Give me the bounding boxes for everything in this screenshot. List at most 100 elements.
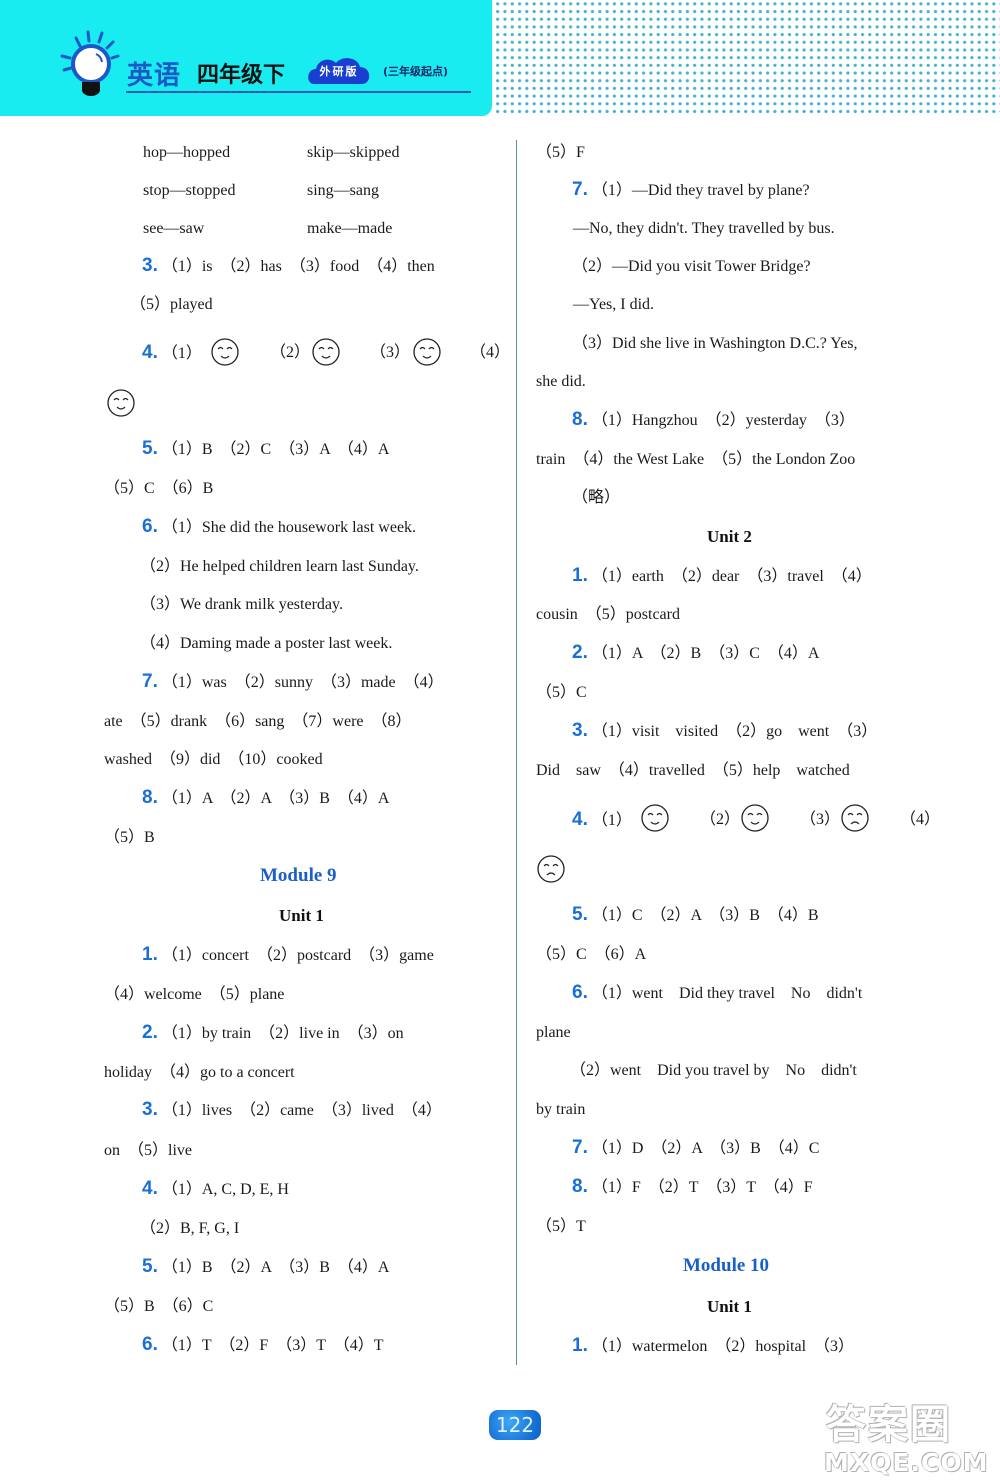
answer-line: （5）T <box>536 1218 586 1235</box>
answer-line: 7. （1）—Did they travel by plane? <box>572 179 810 200</box>
start-note: (三年级起点) <box>383 65 449 78</box>
answer-line: on （5）live <box>104 1142 192 1159</box>
answer-line: （2）He helped children learn last Sunday. <box>140 558 419 575</box>
question-number: 4. <box>142 1178 158 1199</box>
sad-face-icon <box>841 804 869 832</box>
answer-line: by train <box>536 1101 586 1118</box>
grade-title: 四年级下 <box>197 63 286 88</box>
answer-line: 1. （1）watermelon （2）hospital （3） <box>572 1335 855 1356</box>
answer-line: 4. （1） <box>142 342 202 363</box>
smiling-face-icon <box>312 338 340 366</box>
answer-line: （5）played <box>130 296 213 313</box>
answer-line: 1. （1）concert （2）postcard （3）game <box>142 944 434 965</box>
question-number: 7. <box>572 1137 588 1158</box>
verb-pair: see—saw <box>143 220 205 237</box>
answer-line: plane <box>536 1024 571 1041</box>
unit-heading: Unit 1 <box>707 1297 752 1316</box>
unit-heading: Unit 1 <box>279 906 324 925</box>
subject-title: 英语 <box>127 61 182 91</box>
question-number: 4. <box>572 809 588 830</box>
answer-line: 3. （1）is （2）has （3）food （4）then <box>142 255 435 276</box>
question-number: 6. <box>572 982 588 1003</box>
answer-line: 8. （1）F （2）T （3）T （4）F <box>572 1176 813 1197</box>
verb-pair: sing—sang <box>307 182 379 199</box>
smiling-face-icon <box>741 804 769 832</box>
answer-line: 3. （1）visit visited （2）go went （3） <box>572 720 878 741</box>
question-number: 3. <box>142 255 158 276</box>
answer-line: （略） <box>572 489 621 506</box>
answer-line: （3）We drank milk yesterday. <box>140 596 343 613</box>
smiling-face-icon <box>413 338 441 366</box>
watermark-en: MXQE.COM <box>824 1448 989 1477</box>
answer-line: —No, they didn't. They travelled by bus. <box>573 220 835 237</box>
unit-heading: Unit 2 <box>707 527 752 546</box>
edition-label: 外研版 <box>319 65 359 78</box>
question-number: 5. <box>572 904 588 925</box>
answer-line: （3）Did she live in Washington D.C.? Yes, <box>572 335 858 352</box>
module-heading: Module 10 <box>683 1255 770 1276</box>
question-number: 6. <box>142 1334 158 1355</box>
question-number: 3. <box>142 1099 158 1120</box>
smiling-face-icon <box>107 389 135 417</box>
answer-line: 2. （1）A （2）B （3）C （4）A <box>572 642 820 663</box>
page-number: 122 <box>489 1410 541 1440</box>
answer-line: 7. （1）D （2）A （3）B （4）C <box>572 1137 820 1158</box>
question-number: 5. <box>142 1256 158 1277</box>
answer-line: 6. （1）went Did they travel No didn't <box>572 982 863 1003</box>
question-number: 8. <box>572 1176 588 1197</box>
edition-badge: 外研版 <box>306 55 372 85</box>
answer-line: cousin （5）postcard <box>536 606 680 623</box>
question-number: 8. <box>572 409 588 430</box>
answer-line: 3. （1）lives （2）came （3）lived （4） <box>142 1099 442 1120</box>
verb-pair: hop—hopped <box>143 144 231 161</box>
answer-line: 5. （1）B （2）A （3）B （4）A <box>142 1256 390 1277</box>
answer-line: 8. （1）A （2）A （3）B （4）A <box>142 787 390 808</box>
answer-line: 4. （1）A, C, D, E, H <box>142 1178 289 1199</box>
question-number: 7. <box>572 179 588 200</box>
page-header: 英语 四年级下 外研版 (三年级起点) <box>0 0 1000 116</box>
answer-line: holiday （4）go to a concert <box>104 1064 295 1081</box>
answer-line: Did saw （4）travelled （5）help watched <box>536 762 850 779</box>
answer-line: train （4）the West Lake （5）the London Zoo <box>536 451 856 468</box>
watermark-cn: 答案圈 <box>826 1402 952 1448</box>
question-number: 8. <box>142 787 158 808</box>
verb-pair: skip—skipped <box>307 144 400 161</box>
watermark: 答案圈 MXQE.COM <box>820 1390 1000 1482</box>
question-number: 4. <box>142 342 158 363</box>
question-number: 3. <box>572 720 588 741</box>
question-number: 1. <box>572 565 588 586</box>
answer-line: —Yes, I did. <box>573 296 655 313</box>
answer-line: （5）C <box>536 684 587 701</box>
answer-line: 5. （1）C （2）A （3）B （4）B <box>572 904 819 925</box>
column-divider <box>516 140 517 1365</box>
verb-pair: make—made <box>307 220 393 237</box>
question-number: 2. <box>142 1022 158 1043</box>
sad-face-icon <box>537 855 565 883</box>
verb-pair: stop—stopped <box>143 182 236 199</box>
answer-line: （2）—Did you visit Tower Bridge? <box>572 258 811 275</box>
answer-line: （5）B <box>104 829 155 846</box>
question-number: 7. <box>142 671 158 692</box>
module-heading: Module 9 <box>260 865 337 886</box>
answer-line: she did. <box>536 373 586 390</box>
answer-line: 8. （1）Hangzhou （2）yesterday （3） <box>572 409 855 430</box>
answer-line: （2）went Did you travel by No didn't <box>570 1062 857 1079</box>
answer-line: （2）B, F, G, I <box>140 1220 240 1237</box>
answer-line: （5）C （6）A <box>536 946 647 963</box>
answer-line: 2. （1）by train （2）live in （3）on <box>142 1022 404 1043</box>
question-number: 6. <box>142 516 158 537</box>
question-number: 2. <box>572 642 588 663</box>
header-underline <box>126 91 471 93</box>
answer-line: 4. （1） <box>572 809 632 830</box>
question-number: 1. <box>142 944 158 965</box>
question-number: 5. <box>142 438 158 459</box>
answer-line: （5）F <box>536 144 585 161</box>
answer-line: （4）welcome （5）plane <box>104 986 285 1003</box>
header-dot-pattern <box>494 0 1000 116</box>
smiling-face-icon <box>211 338 239 366</box>
answer-line: 6. （1）She did the housework last week. <box>142 516 417 537</box>
answer-line: 1. （1）earth （2）dear （3）travel （4） <box>572 565 872 586</box>
answer-line: 6. （1）T （2）F （3）T （4）T <box>142 1334 384 1355</box>
answer-line: ate （5）drank （6）sang （7）were （8） <box>104 713 412 730</box>
answer-line: washed （9）did （10）cooked <box>104 751 323 768</box>
